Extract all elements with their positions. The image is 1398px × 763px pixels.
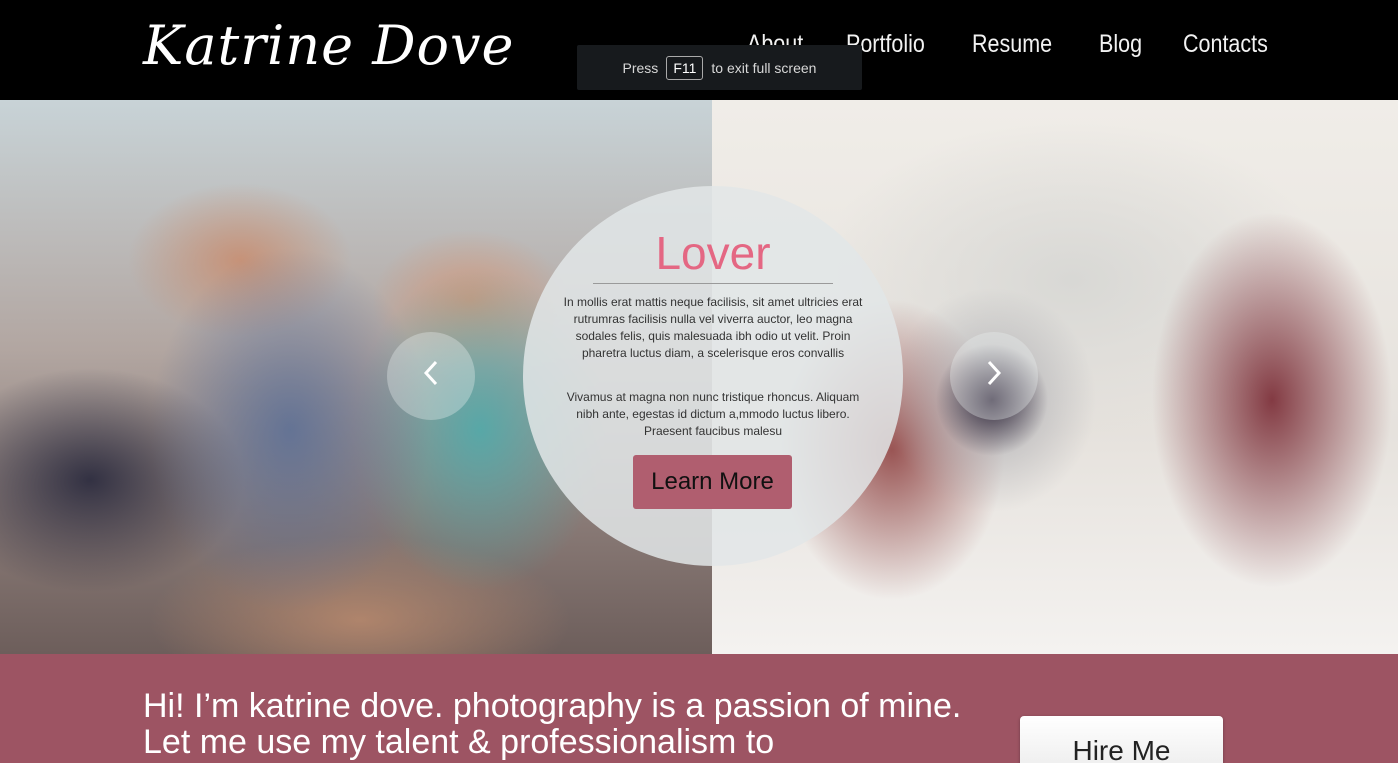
site-logo[interactable]: Katrine Dove — [143, 14, 515, 77]
chevron-left-icon — [422, 359, 440, 394]
hire-me-button[interactable]: Hire Me — [1020, 716, 1223, 763]
slider-prev-button[interactable] — [387, 332, 475, 420]
site-header: Katrine Dove About Portfolio Resume Blog… — [0, 0, 1398, 100]
learn-more-button[interactable]: Learn More — [633, 455, 792, 509]
title-divider — [593, 283, 833, 284]
hero-slider: Lover In mollis erat mattis neque facili… — [0, 100, 1398, 654]
nav-resume[interactable]: Resume — [972, 30, 1052, 59]
slide-caption-circle: Lover In mollis erat mattis neque facili… — [523, 186, 903, 566]
slide-paragraph-1: In mollis erat mattis neque facilisis, s… — [563, 295, 863, 360]
slider-next-button[interactable] — [950, 332, 1038, 420]
nav-blog[interactable]: Blog — [1099, 30, 1142, 59]
toast-key: F11 — [666, 55, 704, 80]
chevron-right-icon — [985, 359, 1003, 394]
slide-paragraph-2: Vivamus at magna non nunc tristique rhon… — [566, 390, 860, 438]
fullscreen-toast: Press F11 to exit full screen — [577, 45, 862, 90]
slide-title: Lover — [655, 227, 771, 279]
toast-text-before: Press — [622, 59, 659, 76]
intro-text: Hi! I’m katrine dove. photography is a p… — [143, 687, 962, 761]
toast-text-after: to exit full screen — [711, 59, 817, 76]
nav-contacts[interactable]: Contacts — [1183, 30, 1268, 59]
intro-band: Hi! I’m katrine dove. photography is a p… — [0, 654, 1398, 763]
